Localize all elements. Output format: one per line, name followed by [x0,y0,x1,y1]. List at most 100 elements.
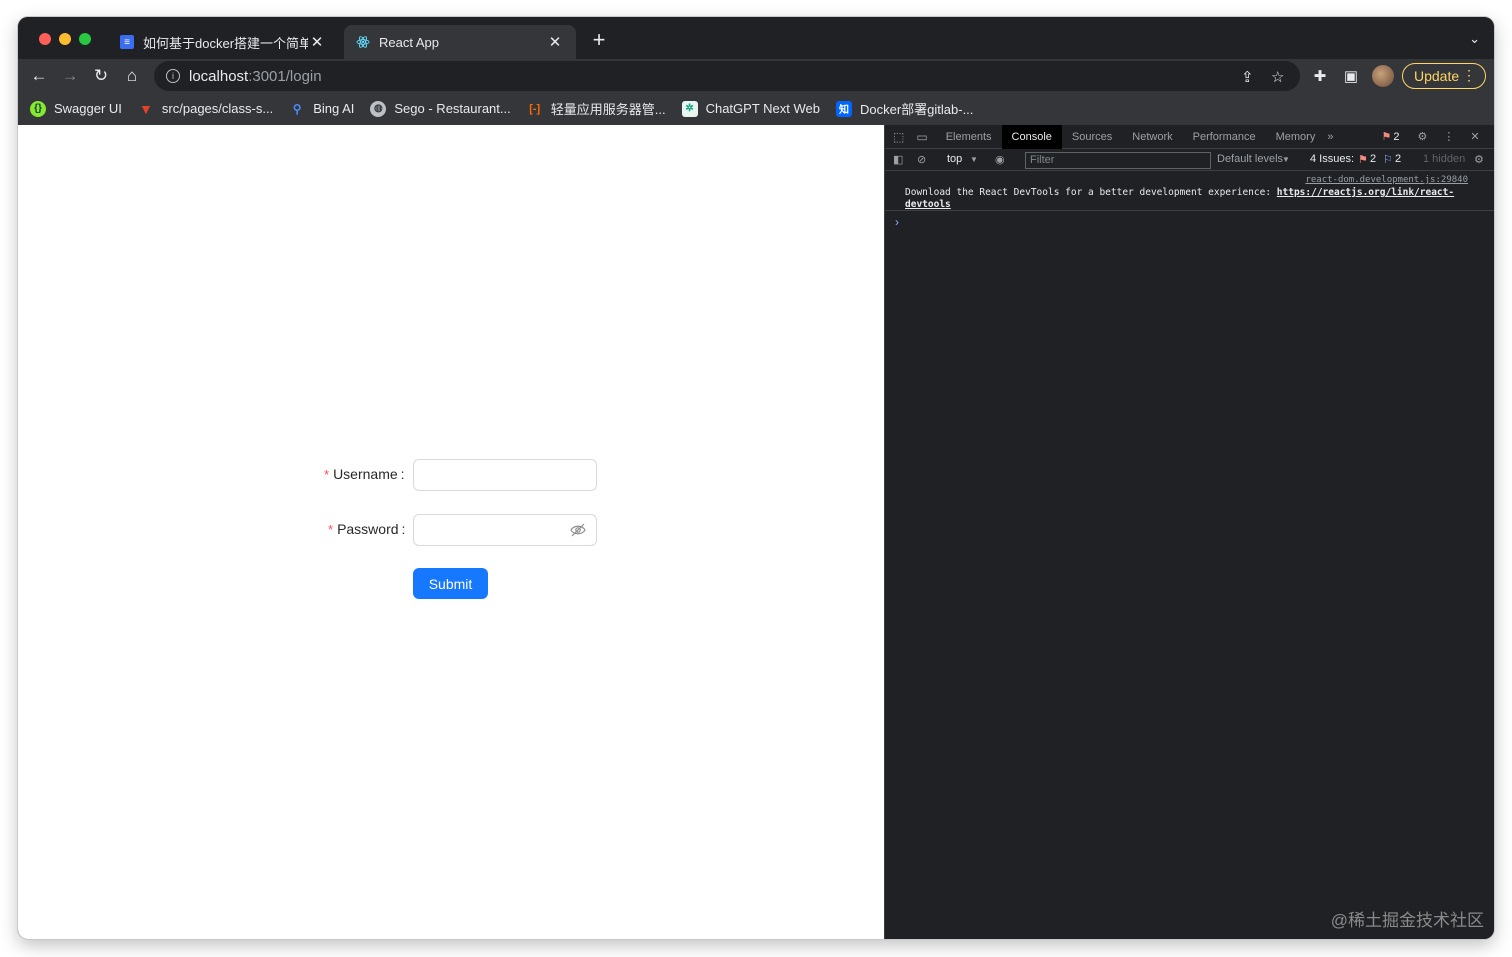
console-toolbar: ◧ ⊘ top ▼ ◉ Filter Default levels ▼ 4 Is… [885,149,1494,171]
bookmark-label: Bing AI [313,101,355,116]
issues-label[interactable]: 4 Issues: [1310,153,1354,165]
devtools-more-icon[interactable]: ⋮ [1443,130,1454,143]
more-tabs-chevron-icon[interactable]: » [1327,131,1333,143]
tab-title: React App [379,34,439,50]
label-colon: : [400,466,405,482]
close-devtools-icon[interactable]: ✕ [1470,130,1479,143]
error-count[interactable]: 2 [1393,131,1399,143]
bookmark-label: Swagger UI [54,101,122,116]
devtools-tab-network[interactable]: Network [1122,125,1182,149]
devtools-panel: ⬚ ▭ Elements Console Sources Network Per… [884,124,1494,939]
bookmark-gitlab[interactable]: ▼ src/pages/class-s... [138,101,273,117]
new-tab-button[interactable]: + [588,29,610,52]
bookmark-aliyun[interactable]: [-] 轻量应用服务器管... [527,99,666,118]
bookmark-label: ChatGPT Next Web [705,101,820,116]
bookmark-zhihu-docker[interactable]: 知 Docker部署gitlab-... [835,99,974,118]
username-label: * Username : [324,466,405,482]
swagger-icon: {} [30,100,46,117]
console-prompt-chevron-icon[interactable]: › [895,215,899,229]
sidebar-toggle-icon[interactable]: ◧ [893,153,903,166]
devtools-tabbar: ⬚ ▭ Elements Console Sources Network Per… [885,124,1494,149]
password-input[interactable] [413,514,597,546]
issues-error-count: 2 [1370,153,1377,165]
levels-dropdown-icon: ▼ [1282,155,1290,164]
zhihu-icon: 知 [835,100,852,117]
close-window-button[interactable] [39,33,51,45]
required-mark: * [324,466,330,482]
aliyun-icon: [-] [529,102,541,115]
error-flag-icon: ⚑ [1381,131,1392,143]
bookmark-sego[interactable]: ◍ Sego - Restaurant... [370,100,511,117]
globe-icon: ◍ [370,100,387,117]
bookmark-label: Docker部署gitlab-... [859,102,974,117]
bookmark-bing-ai[interactable]: ⚲ Bing AI [289,101,355,117]
url-path: :3001/login [248,67,322,85]
update-label: Update [1414,68,1460,84]
close-tab-icon[interactable]: ✕ [546,33,564,51]
url-host: localhost [189,67,249,85]
doc-icon: ≡ [120,35,134,49]
tab-bar: ≡ 如何基于docker搭建一个简单的全 ✕ React App ✕ + ⌄ [18,17,1494,59]
username-input[interactable] [413,459,597,491]
tab-react-app[interactable]: React App ✕ [344,25,576,59]
chatgpt-icon: ✲ [681,100,698,117]
devtools-tab-console[interactable]: Console [1001,124,1062,149]
message-body: Download the React DevTools for a better… [905,187,1277,198]
forward-button[interactable]: → [58,64,82,88]
side-panel-icon[interactable]: ▣ [1339,64,1363,88]
bookmark-label: 轻量应用服务器管... [550,102,666,117]
address-bar[interactable]: i localhost :3001/login ⇪ ☆ [154,61,1300,91]
issue-info-icon: ⚐ [1383,154,1393,166]
devtools-tab-sources[interactable]: Sources [1062,125,1122,149]
reload-button[interactable]: ↻ [89,64,113,88]
tab-search-chevron-icon[interactable]: ⌄ [1469,31,1480,47]
required-mark: * [328,521,334,537]
update-button[interactable]: Update ⋮ [1402,63,1486,89]
gitlab-icon: ▼ [138,100,153,117]
eye-invisible-icon[interactable] [570,523,586,537]
hidden-count: 1 hidden [1423,153,1466,165]
settings-gear-icon[interactable]: ⚙ [1417,130,1427,143]
browser-window: ≡ 如何基于docker搭建一个简单的全 ✕ React App ✕ + ⌄ ←… [18,17,1494,939]
context-dropdown-icon: ▼ [970,155,978,164]
site-info-icon[interactable]: i [166,69,180,83]
context-selector[interactable]: top [947,153,962,165]
devtools-tab-memory[interactable]: Memory [1266,125,1326,149]
devtools-tab-elements[interactable]: Elements [936,125,1002,149]
console-message-text: Download the React DevTools for a better… [905,187,1475,211]
profile-avatar[interactable] [1372,65,1394,87]
bookmark-chatgpt[interactable]: ✲ ChatGPT Next Web [681,100,820,117]
log-levels-dropdown[interactable]: Default levels [1217,153,1283,165]
inspect-element-icon[interactable]: ⬚ [893,130,904,144]
bookmarks-bar: {} Swagger UI ▼ src/pages/class-s... ⚲ B… [18,92,1494,125]
watermark: @稀土掘金技术社区 [1330,911,1484,930]
bookmark-star-icon[interactable]: ☆ [1271,68,1284,86]
address-toolbar: ← → ↻ ⌂ i localhost :3001/login ⇪ ☆ ✚ ▣ … [18,59,1494,92]
bookmark-label: src/pages/class-s... [161,101,274,116]
zoom-window-button[interactable] [79,33,91,45]
clear-console-icon[interactable]: ⊘ [917,153,926,166]
more-menu-icon[interactable]: ⋮ [1462,67,1476,84]
device-toolbar-icon[interactable]: ▭ [916,130,927,144]
react-icon [356,35,370,49]
extensions-puzzle-icon[interactable]: ✚ [1308,64,1332,88]
home-button[interactable]: ⌂ [120,64,144,88]
console-settings-icon[interactable]: ⚙ [1474,153,1484,166]
label-colon: : [401,521,406,537]
back-button[interactable]: ← [27,64,51,88]
bookmark-label: Sego - Restaurant... [394,101,511,116]
password-label-text: Password [337,521,399,537]
tab-docker-article[interactable]: ≡ 如何基于docker搭建一个简单的全 ✕ [108,25,338,59]
minimize-window-button[interactable] [59,33,71,45]
bookmark-swagger-ui[interactable]: {} Swagger UI [30,100,122,117]
live-expression-eye-icon[interactable]: ◉ [995,153,1005,166]
close-tab-icon[interactable]: ✕ [308,33,326,51]
devtools-tab-performance[interactable]: Performance [1183,125,1266,149]
issue-error-icon: ⚑ [1358,154,1368,166]
tab-title: 如何基于docker搭建一个简单的全 [143,35,308,51]
console-source-link[interactable]: react-dom.development.js:29840 [1305,175,1468,185]
password-label: * Password : [328,521,405,537]
console-filter-input[interactable]: Filter [1025,152,1211,169]
share-icon[interactable]: ⇪ [1241,68,1254,86]
submit-button[interactable]: Submit [413,568,488,599]
